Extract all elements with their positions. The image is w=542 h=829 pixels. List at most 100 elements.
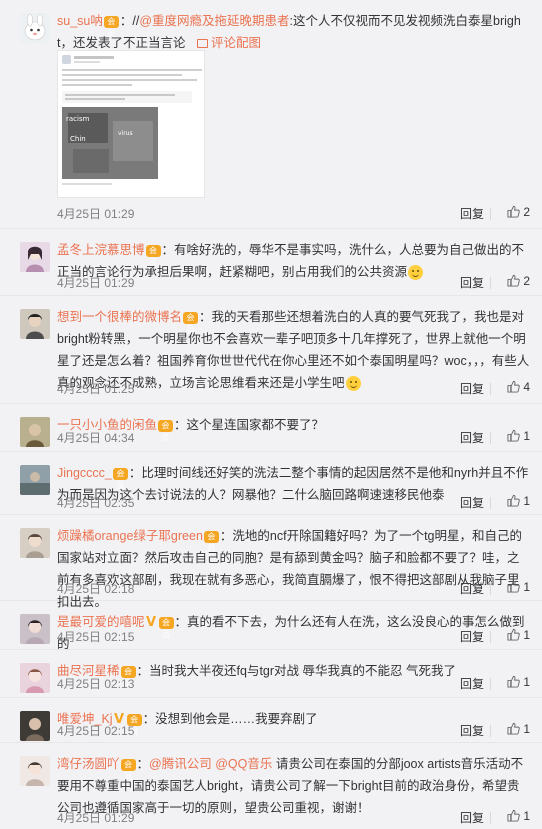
avatar[interactable] (20, 614, 50, 644)
thumbs-up-icon (507, 494, 521, 507)
like-count: 1 (523, 675, 530, 689)
username-link[interactable]: Jingcccc_ (57, 466, 112, 480)
comment-meta: 4月25日 02:15 回复 1 (57, 722, 530, 740)
like-button[interactable]: 1 (507, 429, 530, 443)
username-link[interactable]: su_su呐 (57, 14, 103, 28)
divider (490, 497, 491, 509)
divider (490, 583, 491, 595)
like-count: 1 (523, 722, 530, 736)
avatar[interactable] (20, 417, 50, 447)
comment-picture-thumbnail[interactable]: racism Chin virus (57, 50, 205, 198)
like-count: 2 (523, 274, 530, 288)
divider (490, 725, 491, 737)
like-count: 4 (523, 380, 530, 394)
comment-item: 想到一个很棒的微博名 会员：我的天看那些还想着洗白的人真的要气死我了，我也是对br… (0, 296, 542, 404)
reply-button[interactable]: 回复 (460, 494, 484, 511)
like-button[interactable]: 1 (507, 722, 530, 736)
comment-text: su_su呐 会员：//@重度网瘾及拖延晚期患者:这个人不仅视而不见发视频洗白泰星… (57, 10, 530, 54)
comment-meta: 4月25日 02:15 回复 1 (57, 628, 530, 646)
like-button[interactable]: 2 (507, 205, 530, 219)
thumbs-up-icon (507, 274, 521, 287)
divider (490, 277, 491, 289)
like-button[interactable]: 2 (507, 274, 530, 288)
reply-button[interactable]: 回复 (460, 809, 484, 826)
like-button[interactable]: 1 (507, 494, 530, 508)
divider (490, 678, 491, 690)
comment-body: 烦躁橘orange绿子耶green 会员：洗地的ncf开除国籍好吗？为了一个tg明… (57, 525, 530, 613)
username-link[interactable]: 孟冬上浣慕思博 (57, 243, 145, 257)
vip-v-icon: V (145, 614, 157, 630)
member-badge-icon: 会员 (112, 467, 128, 490)
thumbs-up-icon (507, 628, 521, 641)
mention-link[interactable]: @QQ音乐 (215, 757, 272, 771)
username-link[interactable]: 烦躁橘orange绿子耶green (57, 529, 203, 543)
image-icon (196, 39, 208, 49)
like-button[interactable]: 1 (507, 809, 530, 823)
comment-meta: 4月25日 04:34 回复 1 (57, 429, 530, 447)
thumbs-up-icon (507, 580, 521, 593)
comment-time: 4月25日 02:13 (57, 677, 135, 691)
like-button[interactable]: 1 (507, 675, 530, 689)
comment-body: su_su呐 会员：//@重度网瘾及拖延晚期患者:这个人不仅视而不见发视频洗白泰星… (57, 10, 530, 54)
comment-list: su_su呐 会员：//@重度网瘾及拖延晚期患者:这个人不仅视而不见发视频洗白泰星… (0, 0, 542, 829)
comment-item: su_su呐 会员：//@重度网瘾及拖延晚期患者:这个人不仅视而不见发视频洗白泰星… (0, 0, 542, 229)
comment-item: 一只小小鱼的闲鱼 会员：这个星连国家都不要了？ 4月25日 04:34 回复 1 (0, 404, 542, 452)
like-count: 2 (523, 205, 530, 219)
reply-button[interactable]: 回复 (460, 580, 484, 597)
svg-text:virus: virus (118, 130, 133, 137)
svg-text:racism: racism (66, 115, 90, 123)
comment-item: 唯爱坤_KjV 会员：没想到他会是……我要弃剧了 4月25日 02:15 回复 1 (0, 698, 542, 743)
reply-button[interactable]: 回复 (460, 380, 484, 397)
comment-time: 4月25日 04:34 (57, 431, 135, 445)
comment-meta: 4月25日 01:29 回复 2 (57, 205, 530, 223)
comment-meta: 4月25日 01:29 回复 2 (57, 274, 530, 292)
comment-picture-link[interactable]: 评论配图 (196, 36, 261, 50)
comment-item: 是最可爱的嘻呢V 会员：真的看不下去，为什么还有人在洗，这么没良心的事怎么做到的 … (0, 601, 542, 651)
svg-text:Chin: Chin (70, 135, 86, 143)
reply-button[interactable]: 回复 (460, 205, 484, 222)
username-link[interactable]: 是最可爱的嘻呢 (57, 615, 145, 629)
comment-time: 4月25日 01:29 (57, 276, 135, 290)
avatar[interactable] (20, 663, 50, 693)
member-badge-icon: 会员 (203, 530, 219, 553)
member-badge-icon: 会员 (103, 15, 119, 38)
reply-button[interactable]: 回复 (460, 628, 484, 645)
comment-meta: 4月25日 02:18 回复 1 (57, 580, 530, 598)
comment-prefix: ： (136, 757, 150, 771)
reply-button[interactable]: 回复 (460, 429, 484, 446)
avatar[interactable] (20, 242, 50, 272)
thumbs-up-icon (507, 809, 521, 822)
avatar[interactable] (20, 528, 50, 558)
divider (490, 631, 491, 643)
avatar[interactable] (20, 465, 50, 495)
member-badge-icon: 会员 (120, 758, 136, 781)
like-button[interactable]: 1 (507, 580, 530, 594)
avatar[interactable] (20, 711, 50, 741)
comment-item: Jingcccc_ 会员：比理时间线还好笑的洗法二整个事情的起因居然不是他和nyr… (0, 452, 542, 515)
like-count: 1 (523, 580, 530, 594)
comment-item: 烦躁橘orange绿子耶green 会员：洗地的ncf开除国籍好吗？为了一个tg明… (0, 515, 542, 609)
comment-time: 4月25日 01:29 (57, 207, 135, 221)
mention-link[interactable]: @重度网瘾及拖延晚期患者 (139, 14, 289, 28)
comment-time: 4月25日 01:25 (57, 382, 135, 396)
username-link[interactable]: 想到一个很棒的微博名 (57, 310, 182, 324)
username-link[interactable]: 湾仔汤圆吖 (57, 757, 120, 771)
divider (490, 383, 491, 395)
avatar[interactable] (20, 756, 50, 786)
reply-button[interactable]: 回复 (460, 675, 484, 692)
reply-button[interactable]: 回复 (460, 274, 484, 291)
like-count: 1 (523, 494, 530, 508)
like-count: 1 (523, 809, 530, 823)
comment-item: 曲尽河星稀 会员：当时我大半夜还fq与tgr对战 辱华我真的不能忍 气死我了 4月… (0, 650, 542, 698)
avatar[interactable] (20, 13, 50, 43)
avatar[interactable] (20, 309, 50, 339)
mention-link[interactable]: @腾讯公司 (149, 757, 212, 771)
reply-button[interactable]: 回复 (460, 722, 484, 739)
like-button[interactable]: 1 (507, 628, 530, 642)
member-badge-icon: 会员 (183, 311, 199, 334)
divider (490, 208, 491, 220)
comment-text: 烦躁橘orange绿子耶green 会员：洗地的ncf开除国籍好吗？为了一个tg明… (57, 525, 530, 613)
like-button[interactable]: 4 (507, 380, 530, 394)
comment-item: 孟冬上浣慕思博 会员：有啥好洗的，辱华不是事实吗，洗什么，人总要为自己做出的不正当… (0, 229, 542, 296)
comment-time: 4月25日 01:29 (57, 811, 135, 825)
